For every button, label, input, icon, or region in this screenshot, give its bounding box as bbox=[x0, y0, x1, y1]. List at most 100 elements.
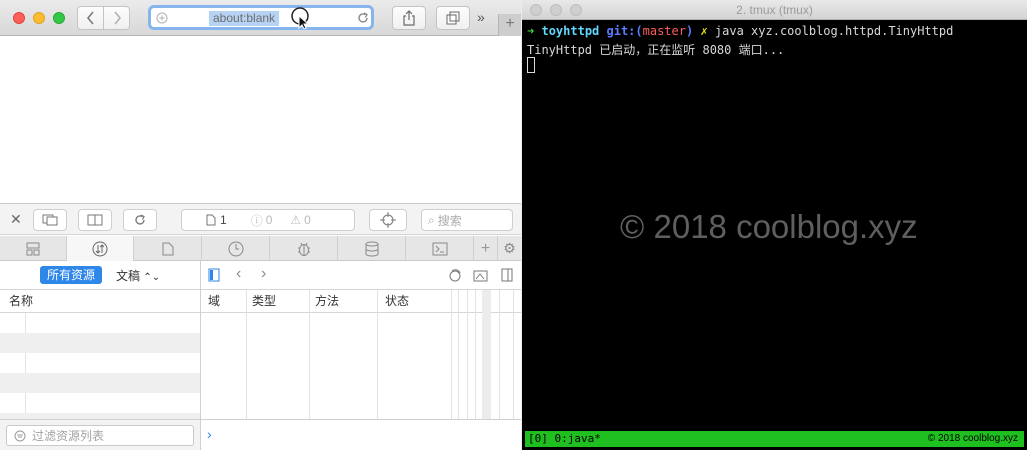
mouse-cursor-icon bbox=[291, 7, 310, 29]
column-header-domain[interactable]: 域 bbox=[208, 290, 220, 312]
element-picker-button[interactable] bbox=[369, 209, 407, 231]
prompt-dirty-mark: ✗ bbox=[700, 24, 708, 38]
tab-storage[interactable] bbox=[338, 236, 406, 261]
resource-detail-pane: ‹ › 域 类型 方法 状态 › bbox=[201, 261, 521, 450]
storage-icon bbox=[365, 241, 378, 256]
selected-column bbox=[482, 290, 491, 420]
prompt-line: ➜ toyhttpd git:(master) ✗ java xyz.coolb… bbox=[527, 24, 953, 38]
close-window-button[interactable] bbox=[530, 4, 542, 16]
prompt-directory: toyhttpd bbox=[541, 24, 600, 38]
console-count: 1 bbox=[220, 213, 227, 227]
warning-icon: ⚠ bbox=[290, 213, 302, 227]
error-icon: ⓘ bbox=[250, 213, 263, 228]
prompt-git-label: git:( bbox=[606, 24, 643, 38]
document-icon bbox=[206, 214, 216, 226]
filter-bar: 过滤资源列表 bbox=[0, 419, 200, 450]
filter-icon bbox=[14, 430, 26, 441]
resources-icon bbox=[162, 242, 173, 255]
close-window-button[interactable] bbox=[13, 12, 25, 24]
filter-type-label: 文稿 bbox=[116, 269, 141, 283]
close-inspector-icon[interactable]: ✕ bbox=[10, 211, 22, 228]
terminal-title-bar: 2. tmux (tmux) bbox=[522, 0, 1027, 20]
chevron-right-icon bbox=[113, 11, 121, 25]
terminal-cursor bbox=[527, 57, 535, 73]
column-header-status[interactable]: 状态 bbox=[385, 290, 409, 312]
safari-window: about:blank » + ✕ 1 ⓘ 0 ⚠ 0 ⌕ 搜索 + ⚙ 所有资… bbox=[0, 0, 521, 450]
console-prompt-bar[interactable]: › bbox=[201, 419, 521, 450]
warning-count: 0 bbox=[304, 213, 311, 227]
filter-type-select[interactable]: 文稿 ⌃⌄ bbox=[116, 267, 160, 284]
browser-toolbar: about:blank » + bbox=[0, 0, 521, 36]
console-prompt-icon: › bbox=[207, 426, 212, 442]
tmux-window-list[interactable]: [0] 0:java* bbox=[528, 431, 601, 447]
chevron-left-icon[interactable]: ‹ bbox=[236, 265, 241, 283]
tab-console[interactable] bbox=[406, 236, 474, 261]
clear-network-icon[interactable] bbox=[448, 268, 462, 282]
prompt-command: java xyz.coolblog.httpd.TinyHttpd bbox=[714, 24, 954, 38]
zoom-window-button[interactable] bbox=[570, 4, 582, 16]
plus-icon: + bbox=[480, 239, 491, 257]
list-row bbox=[0, 373, 200, 393]
search-icon: ⌕ bbox=[428, 212, 435, 227]
error-count: 0 bbox=[265, 213, 273, 227]
share-icon bbox=[403, 10, 415, 26]
navigation-sidebar-icon[interactable] bbox=[208, 268, 220, 282]
column-header-method[interactable]: 方法 bbox=[315, 290, 339, 312]
tab-timelines[interactable] bbox=[202, 236, 270, 261]
filter-placeholder: 过滤资源列表 bbox=[32, 429, 105, 443]
debugger-icon bbox=[297, 242, 310, 256]
history-nav bbox=[77, 6, 130, 30]
minimize-window-button[interactable] bbox=[33, 12, 45, 24]
status-right-text: © 2018 coolblog.xyz bbox=[927, 433, 1018, 444]
minimize-window-button[interactable] bbox=[550, 4, 562, 16]
add-page-icon bbox=[156, 12, 168, 24]
settings-button[interactable]: ⚙ bbox=[498, 236, 521, 261]
new-tab-button[interactable]: + bbox=[498, 14, 521, 36]
split-view-button[interactable] bbox=[78, 209, 112, 231]
dock-button[interactable] bbox=[33, 209, 67, 231]
elements-icon bbox=[26, 242, 40, 255]
reload-icon[interactable] bbox=[356, 11, 370, 25]
web-content bbox=[0, 37, 521, 203]
reload-icon bbox=[135, 214, 145, 225]
reload-page-button[interactable] bbox=[123, 209, 157, 231]
timeline-icon bbox=[228, 241, 243, 256]
prompt-branch: master bbox=[642, 24, 686, 38]
tab-debugger[interactable] bbox=[270, 236, 338, 261]
back-button[interactable] bbox=[78, 7, 103, 29]
gear-icon: ⚙ bbox=[503, 240, 516, 256]
watermark: © 2018 coolblog.xyz bbox=[620, 208, 918, 245]
zoom-window-button[interactable] bbox=[53, 12, 65, 24]
tab-network[interactable] bbox=[67, 236, 134, 261]
chevron-updown-icon: ⌃⌄ bbox=[143, 272, 161, 283]
column-header-name[interactable]: 名称 bbox=[9, 290, 33, 312]
chevrons-right-icon[interactable]: » bbox=[477, 9, 485, 25]
details-sidebar-icon[interactable] bbox=[501, 268, 513, 282]
add-tab-button[interactable]: + bbox=[474, 236, 498, 261]
filter-resources-input[interactable]: 过滤资源列表 bbox=[6, 425, 194, 446]
inspector-search-input[interactable]: ⌕ 搜索 bbox=[421, 209, 513, 231]
console-icon bbox=[432, 242, 447, 255]
forward-button[interactable] bbox=[103, 7, 129, 29]
inspector-tab-bar: + ⚙ bbox=[0, 236, 521, 261]
tabs-overview-icon bbox=[446, 11, 460, 25]
console-summary[interactable]: 1 ⓘ 0 ⚠ 0 bbox=[181, 209, 355, 231]
show-tabs-button[interactable] bbox=[436, 6, 470, 30]
prompt-git-close: ) bbox=[685, 24, 694, 38]
column-header-type[interactable]: 类型 bbox=[252, 290, 276, 312]
tab-elements[interactable] bbox=[0, 236, 67, 261]
share-button[interactable] bbox=[392, 6, 426, 30]
crosshair-icon bbox=[380, 212, 396, 228]
address-bar[interactable]: about:blank bbox=[148, 5, 374, 30]
network-icon bbox=[92, 241, 108, 256]
chevron-right-icon[interactable]: › bbox=[261, 265, 266, 283]
terminal-title: 2. tmux (tmux) bbox=[736, 3, 813, 17]
prompt-arrow: ➜ bbox=[527, 24, 535, 38]
tab-resources[interactable] bbox=[134, 236, 202, 261]
terminal-window: 2. tmux (tmux) ➜ toyhttpd git:(master) ✗… bbox=[522, 0, 1027, 450]
image-capture-icon[interactable] bbox=[473, 268, 489, 282]
output-line: TinyHttpd 已启动，正在监听 8080 端口... bbox=[527, 43, 785, 57]
filter-all-resources[interactable]: 所有资源 bbox=[40, 266, 103, 284]
sidebar-icon bbox=[87, 214, 103, 226]
url-text: about:blank bbox=[209, 11, 280, 26]
